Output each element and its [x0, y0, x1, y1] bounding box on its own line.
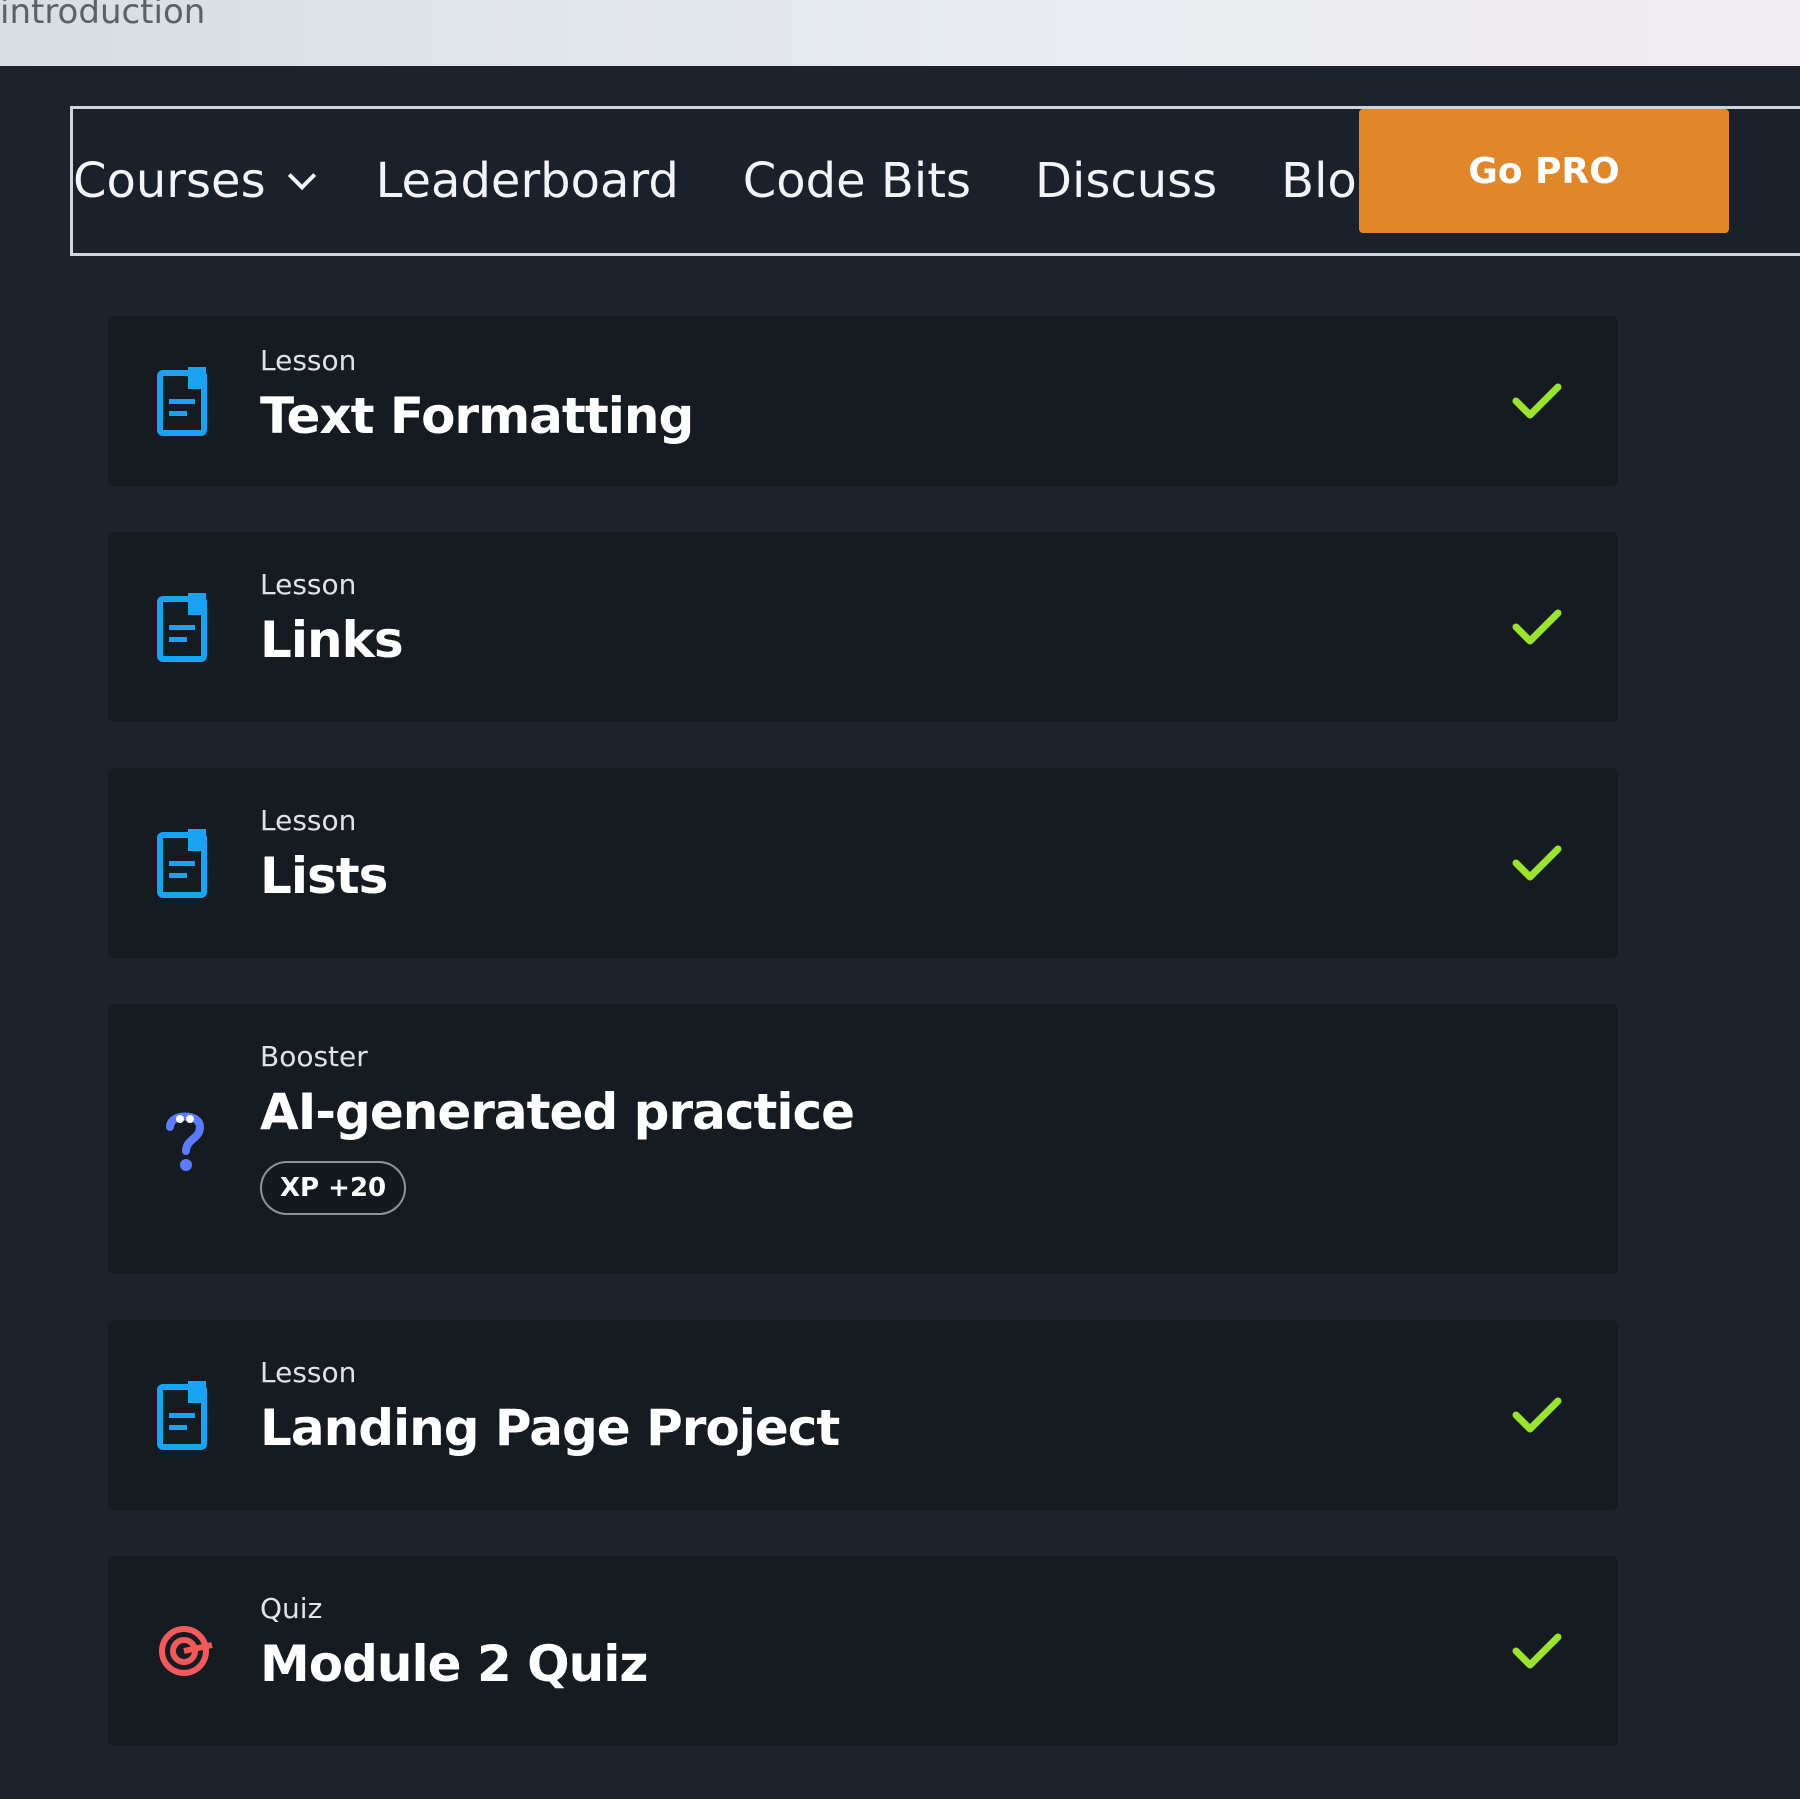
lesson-item-links[interactable]: Lesson Links [108, 532, 1618, 722]
app-surface: Courses Leaderboard Code Bits Discuss Bl… [0, 66, 1800, 1799]
booster-item-ai-practice[interactable]: Booster AI-generated practice XP +20 [108, 1004, 1618, 1274]
breadcrumb[interactable]: introduction [0, 0, 205, 32]
go-pro-button[interactable]: Go PRO [1359, 109, 1729, 233]
lesson-title: Links [260, 611, 404, 669]
check-icon [1512, 383, 1562, 419]
nav-leaderboard[interactable]: Leaderboard [376, 153, 679, 209]
lesson-text: Lesson Links [260, 568, 404, 669]
nav-discuss[interactable]: Discuss [1035, 153, 1217, 209]
nav-code-bits[interactable]: Code Bits [743, 153, 971, 209]
check-icon [1512, 1397, 1562, 1433]
lesson-item-landing-page-project[interactable]: Lesson Landing Page Project [108, 1320, 1618, 1510]
lesson-text: Lesson Text Formatting [260, 344, 694, 445]
chevron-down-icon [287, 161, 316, 191]
lesson-text: Lesson Landing Page Project [260, 1356, 840, 1457]
lesson-item-text-formatting[interactable]: Lesson Text Formatting [108, 316, 1618, 486]
quiz-target-icon [159, 1626, 213, 1676]
lesson-kind: Lesson [260, 804, 357, 837]
lesson-title: Landing Page Project [260, 1399, 840, 1457]
lesson-doc-icon [157, 829, 207, 898]
top-nav: Courses Leaderboard Code Bits Discuss Bl… [70, 106, 1800, 256]
lesson-doc-icon [157, 593, 207, 662]
check-icon [1512, 1633, 1562, 1669]
lesson-kind: Lesson [260, 1356, 357, 1389]
booster-title: AI-generated practice [260, 1083, 855, 1141]
check-icon [1512, 609, 1562, 645]
lesson-item-lists[interactable]: Lesson Lists [108, 768, 1618, 958]
booster-kind: Booster [260, 1040, 368, 1073]
nav-courses[interactable]: Courses [73, 153, 316, 209]
lesson-doc-icon [157, 367, 207, 436]
browser-top-strip: introduction [0, 0, 1800, 66]
nav-courses-label: Courses [73, 153, 266, 209]
quiz-title: Module 2 Quiz [260, 1635, 648, 1693]
quiz-item-module-2[interactable]: Quiz Module 2 Quiz [108, 1556, 1618, 1746]
quiz-text: Quiz Module 2 Quiz [260, 1592, 648, 1693]
check-icon [1512, 845, 1562, 881]
lesson-title: Text Formatting [260, 387, 694, 445]
booster-text: Booster AI-generated practice XP +20 [260, 1040, 855, 1215]
lesson-title: Lists [260, 847, 388, 905]
xp-badge: XP +20 [260, 1161, 407, 1215]
lesson-text: Lesson Lists [260, 804, 388, 905]
lesson-kind: Lesson [260, 568, 357, 601]
lesson-kind: Lesson [260, 344, 357, 377]
lesson-list: Lesson Text Formatting Lesson Links Less… [108, 316, 1618, 1792]
booster-question-icon [166, 1112, 205, 1171]
lesson-doc-icon [157, 1381, 207, 1450]
quiz-kind: Quiz [260, 1592, 323, 1625]
